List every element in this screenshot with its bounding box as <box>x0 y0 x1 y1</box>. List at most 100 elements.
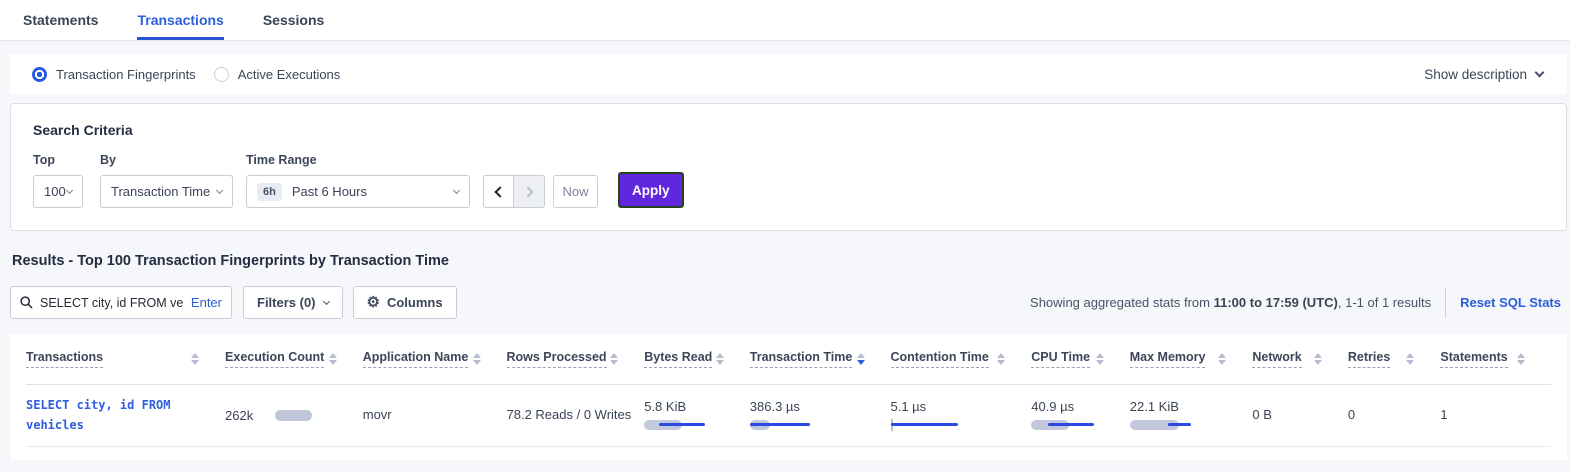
cell-execution-count: 262k <box>225 384 363 446</box>
column-header-execution-count[interactable]: Execution Count <box>225 334 363 384</box>
page-tabbar: Statements Transactions Sessions <box>0 0 1577 41</box>
column-header-network[interactable]: Network <box>1252 334 1348 384</box>
column-header-application-name[interactable]: Application Name <box>363 334 507 384</box>
radio-label: Active Executions <box>238 67 341 82</box>
cell-application-name: movr <box>363 384 507 446</box>
column-label: Network <box>1252 350 1301 368</box>
stat-bar <box>891 419 976 431</box>
column-header-contention-time[interactable]: Contention Time <box>891 334 1032 384</box>
column-header-transaction[interactable]: Transactions <box>26 334 225 384</box>
columns-button[interactable]: ⚙ Columns <box>353 286 457 319</box>
cell-network: 0 B <box>1252 384 1348 446</box>
show-description-label: Show description <box>1424 67 1527 82</box>
cell-transaction-time: 386.3 µs <box>750 384 891 446</box>
cell-statements: 1 <box>1440 384 1551 446</box>
sort-arrows-icon[interactable] <box>1517 353 1525 365</box>
search-criteria-title: Search Criteria <box>33 122 1544 138</box>
stat-value: 262k <box>225 408 253 423</box>
results-title: Results - Top 100 Transaction Fingerprin… <box>12 253 1565 269</box>
cell-value: movr <box>363 407 392 422</box>
sort-arrows-icon[interactable] <box>1406 353 1414 365</box>
column-header-statements[interactable]: Statements <box>1440 334 1551 384</box>
sort-arrows-icon[interactable] <box>473 353 481 365</box>
show-description-toggle[interactable]: Show description <box>1424 67 1543 82</box>
stat-bar <box>1031 419 1116 431</box>
sort-arrows-icon[interactable] <box>1314 353 1322 365</box>
chevron-right-icon <box>522 186 533 197</box>
column-header-transaction-time[interactable]: Transaction Time <box>750 334 891 384</box>
chevron-down-icon <box>216 186 223 193</box>
top-select[interactable]: 100 <box>33 175 83 208</box>
by-select[interactable]: Transaction Time <box>100 175 233 208</box>
cell-value: 0 B <box>1252 407 1272 422</box>
cell-value: 1 <box>1440 407 1447 422</box>
column-header-retries[interactable]: Retries <box>1348 334 1440 384</box>
by-select-value: Transaction Time <box>111 184 210 199</box>
column-label: Rows Processed <box>507 350 607 368</box>
top-label: Top <box>33 153 83 167</box>
filters-label: Filters (0) <box>257 295 316 310</box>
cell-retries: 0 <box>1348 384 1440 446</box>
stat-value: 22.1 KiB <box>1130 399 1253 414</box>
results-table-card: Transactions Execution Count Application N… <box>10 334 1567 460</box>
tab-sessions[interactable]: Sessions <box>263 0 324 40</box>
previous-time-button[interactable] <box>483 175 514 208</box>
now-button[interactable]: Now <box>553 175 598 208</box>
tab-statements[interactable]: Statements <box>23 0 98 40</box>
radio-transaction-fingerprints[interactable]: Transaction Fingerprints <box>32 67 196 82</box>
column-label: Transaction Time <box>750 350 853 368</box>
stat-value: 5.8 KiB <box>644 399 750 414</box>
by-label: By <box>100 153 233 167</box>
search-query-text: SELECT city, id FROM vehicles W <box>40 296 184 310</box>
sort-arrows-icon[interactable] <box>1218 353 1226 365</box>
cell-value: 78.2 Reads / 0 Writes <box>507 407 632 422</box>
apply-button[interactable]: Apply <box>618 172 684 208</box>
count-bar <box>275 410 312 421</box>
sort-arrows-icon[interactable] <box>997 353 1005 365</box>
sort-arrows-icon[interactable] <box>857 353 865 365</box>
cell-value: 0 <box>1348 407 1355 422</box>
sort-arrows-icon[interactable] <box>191 353 199 365</box>
time-range-value: Past 6 Hours <box>292 184 367 199</box>
time-nav-group <box>483 175 545 208</box>
chevron-left-icon <box>494 186 505 197</box>
column-label: Contention Time <box>891 350 989 368</box>
sort-arrows-icon[interactable] <box>716 353 724 365</box>
top-select-value: 100 <box>44 184 66 199</box>
cell-max-memory: 22.1 KiB <box>1130 384 1253 446</box>
column-header-max-memory[interactable]: Max Memory <box>1130 334 1253 384</box>
cell-bytes-read: 5.8 KiB <box>644 384 750 446</box>
column-header-cpu-time[interactable]: CPU Time <box>1031 334 1130 384</box>
column-header-bytes-read[interactable]: Bytes Read <box>644 334 750 384</box>
column-label: Transactions <box>26 350 103 368</box>
chevron-down-icon <box>66 186 73 193</box>
stat-bar <box>750 419 835 431</box>
column-label: Execution Count <box>225 350 324 368</box>
columns-label: Columns <box>387 295 443 310</box>
table-header-row: Transactions Execution Count Application N… <box>26 334 1551 384</box>
radio-label: Transaction Fingerprints <box>56 67 196 82</box>
time-range-select[interactable]: 6h Past 6 Hours <box>246 175 470 208</box>
search-input[interactable]: SELECT city, id FROM vehicles W Enter <box>10 286 232 319</box>
stat-bar <box>1130 419 1215 431</box>
view-toggle-bar: Transaction Fingerprints Active Executio… <box>10 54 1567 94</box>
scrollbar-track[interactable] <box>1570 0 1577 472</box>
next-time-button[interactable] <box>514 175 545 208</box>
reset-sql-stats-link[interactable]: Reset SQL Stats <box>1460 295 1561 310</box>
table-row: SELECT city, id FROM vehicles 262k movr 78.… <box>26 384 1551 446</box>
search-enter-button[interactable]: Enter <box>191 295 222 310</box>
stat-bar <box>644 419 729 431</box>
column-header-rows-processed[interactable]: Rows Processed <box>507 334 645 384</box>
divider <box>1445 288 1446 318</box>
sort-arrows-icon[interactable] <box>610 353 618 365</box>
transaction-fingerprint-link[interactable]: SELECT city, id FROM vehicles <box>26 395 198 435</box>
filters-button[interactable]: Filters (0) <box>243 286 343 319</box>
sort-arrows-icon[interactable] <box>1096 353 1104 365</box>
column-label: CPU Time <box>1031 350 1090 368</box>
column-label: Statements <box>1440 350 1507 368</box>
tab-transactions[interactable]: Transactions <box>137 0 223 40</box>
sort-arrows-icon[interactable] <box>329 353 337 365</box>
time-range-control: Time Range 6h Past 6 Hours <box>233 153 470 208</box>
top-control: Top 100 <box>33 153 83 208</box>
radio-active-executions[interactable]: Active Executions <box>214 67 341 82</box>
